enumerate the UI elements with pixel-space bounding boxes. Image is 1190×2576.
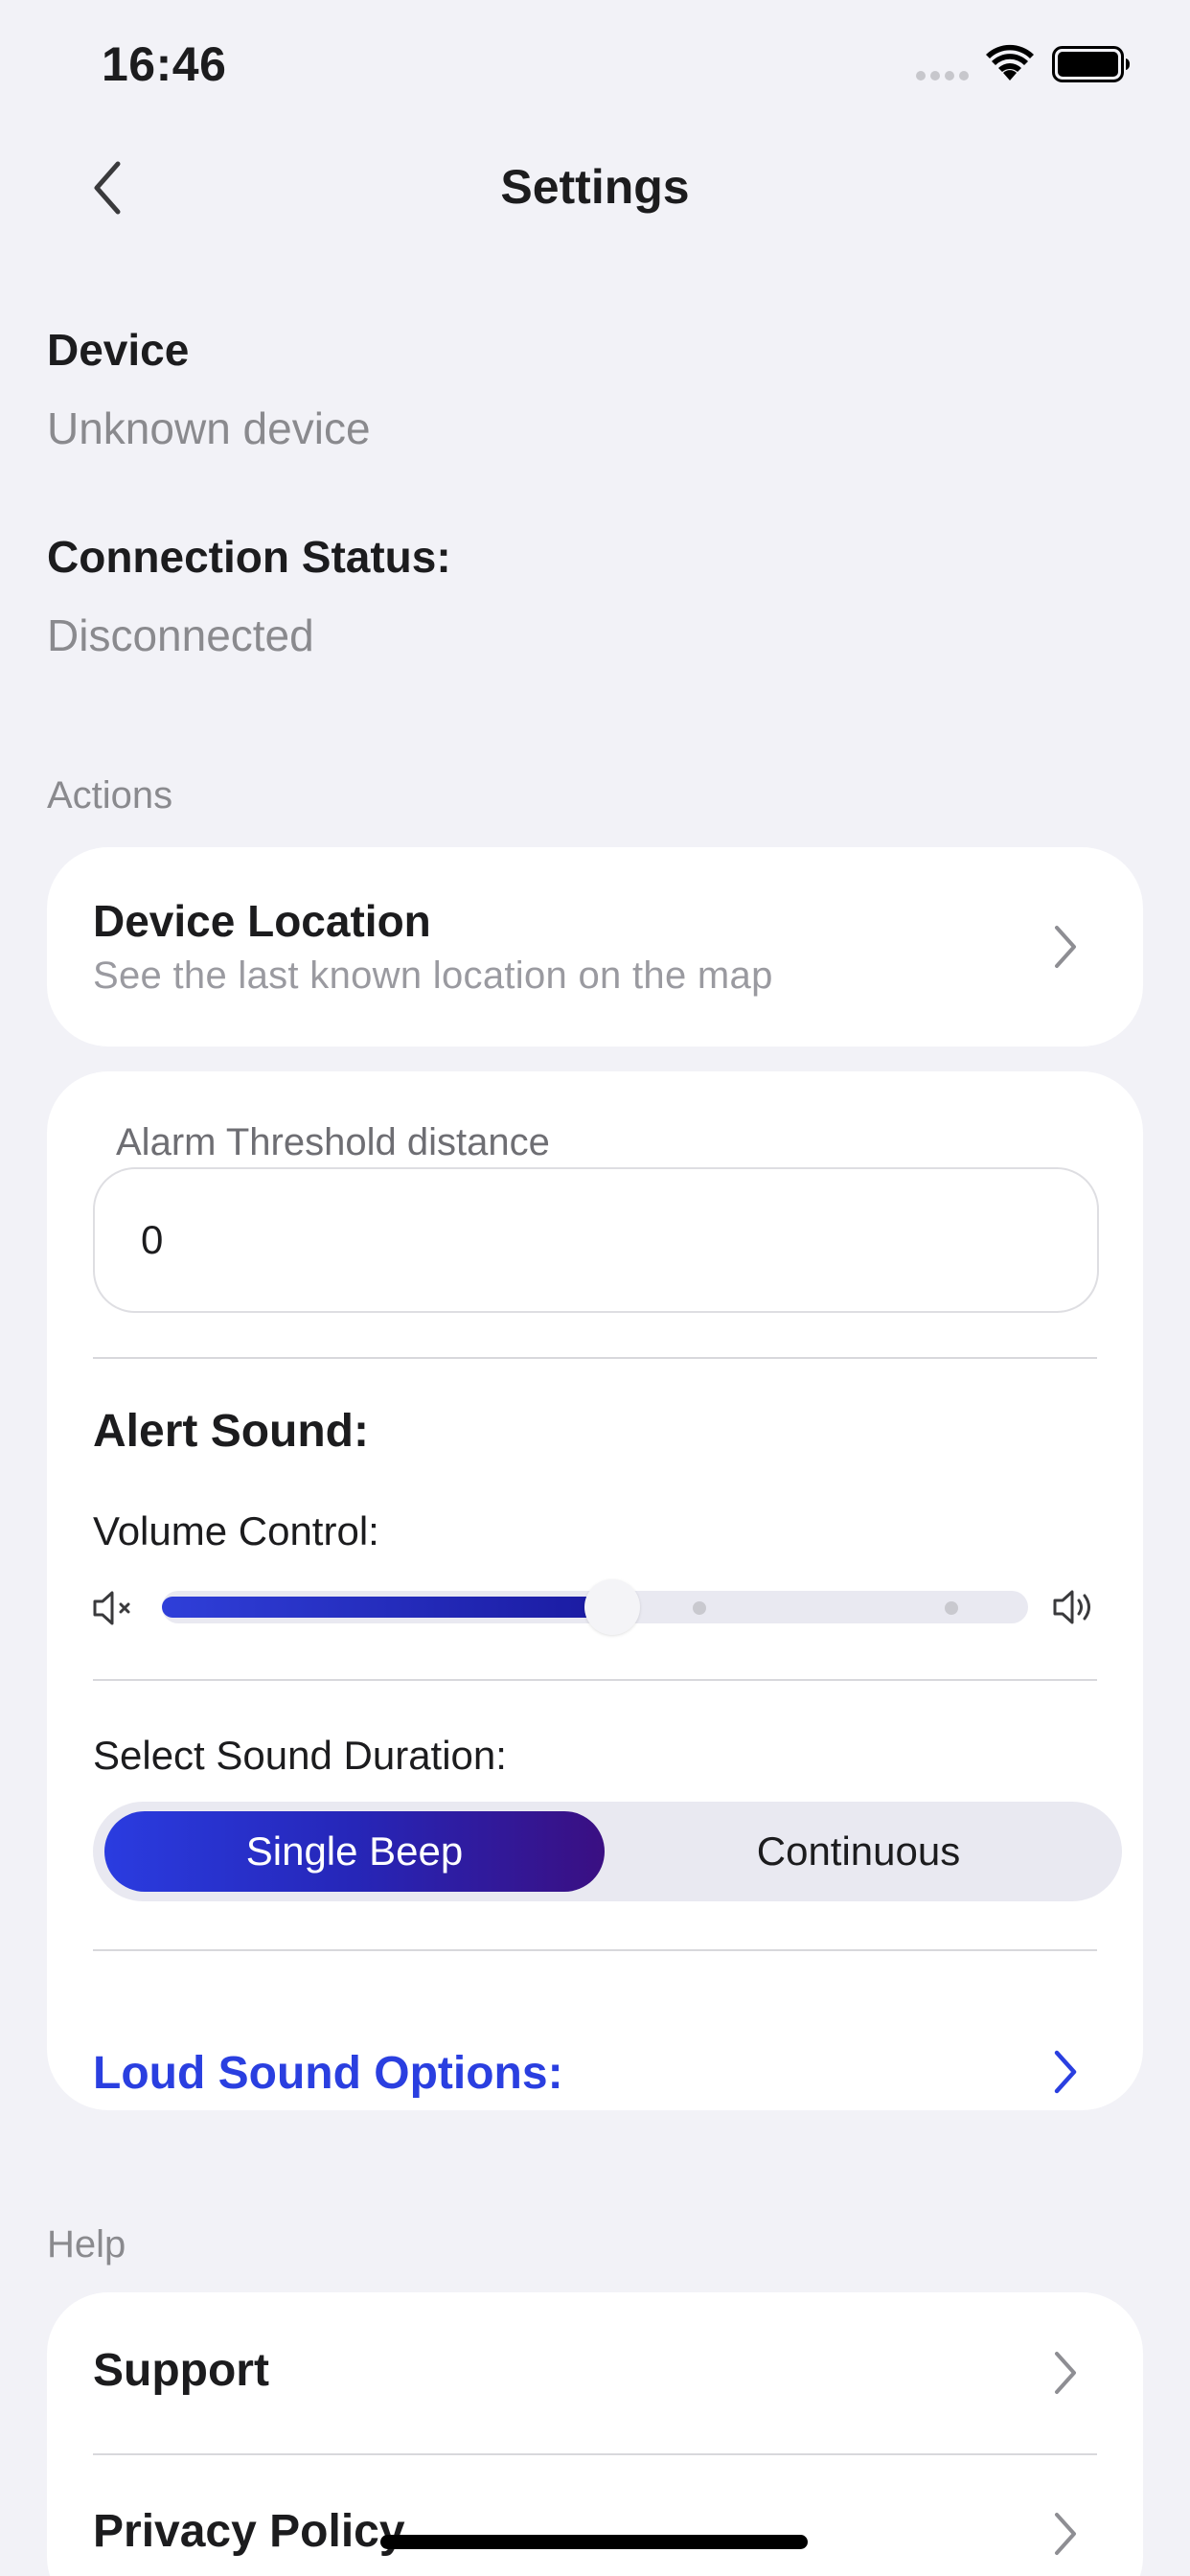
slider-stop-marker	[945, 1601, 958, 1615]
device-location-title: Device Location	[93, 896, 431, 946]
connection-status-label: Connection Status:	[47, 532, 451, 582]
chevron-right-icon	[1055, 926, 1076, 968]
help-section-header: Help	[47, 2223, 126, 2266]
divider	[93, 1357, 1097, 1359]
alarm-settings-card: Alarm Threshold distance Alert Sound: Vo…	[47, 1071, 1143, 2110]
home-indicator	[380, 2535, 808, 2549]
wifi-icon	[986, 44, 1034, 80]
privacy-policy-row[interactable]: Privacy Policy	[47, 2455, 1143, 2576]
chevron-right-icon[interactable]	[1053, 2049, 1080, 2095]
device-label: Device	[47, 325, 190, 375]
settings-screen: 16:46 Settings Device Unknown device Con…	[0, 0, 1190, 2576]
volume-slider-thumb[interactable]	[584, 1579, 641, 1635]
support-label: Support	[93, 2345, 269, 2396]
volume-control-label: Volume Control:	[93, 1508, 379, 1553]
slider-stop-marker	[693, 1601, 706, 1615]
volume-slider-fill	[162, 1597, 613, 1618]
divider	[93, 1679, 1097, 1681]
segment-single-beep[interactable]: Single Beep	[104, 1811, 605, 1892]
chevron-right-icon	[1055, 2352, 1076, 2394]
actions-section-header: Actions	[47, 774, 173, 816]
volume-slider[interactable]	[162, 1579, 1028, 1635]
divider	[93, 1949, 1097, 1951]
status-bar: 16:46	[0, 0, 1190, 134]
connection-status-value: Disconnected	[47, 610, 314, 660]
battery-icon	[1052, 46, 1130, 82]
device-location-row[interactable]: Device Location See the last known locat…	[47, 847, 1143, 1046]
page-title: Settings	[500, 160, 690, 214]
volume-high-icon	[1053, 1590, 1090, 1624]
help-card: Support Privacy Policy	[47, 2292, 1143, 2576]
status-time: 16:46	[102, 37, 227, 91]
chevron-right-icon	[1055, 2513, 1076, 2555]
segment-continuous[interactable]: Continuous	[605, 1811, 1112, 1892]
device-value: Unknown device	[47, 403, 371, 453]
sound-duration-label: Select Sound Duration:	[93, 1733, 507, 1778]
alarm-threshold-label: Alarm Threshold distance	[116, 1121, 550, 1163]
volume-mute-icon	[93, 1591, 130, 1625]
alert-sound-title: Alert Sound:	[93, 1406, 369, 1457]
loud-sound-options-link[interactable]: Loud Sound Options:	[93, 2047, 563, 2100]
sound-duration-segmented-control: Single Beep Continuous	[93, 1802, 1122, 1901]
device-location-subtitle: See the last known location on the map	[93, 954, 773, 997]
privacy-policy-label: Privacy Policy	[93, 2506, 405, 2557]
alarm-threshold-input[interactable]	[93, 1167, 1099, 1313]
cellular-signal-icon	[916, 71, 969, 80]
support-row[interactable]: Support	[47, 2292, 1143, 2453]
